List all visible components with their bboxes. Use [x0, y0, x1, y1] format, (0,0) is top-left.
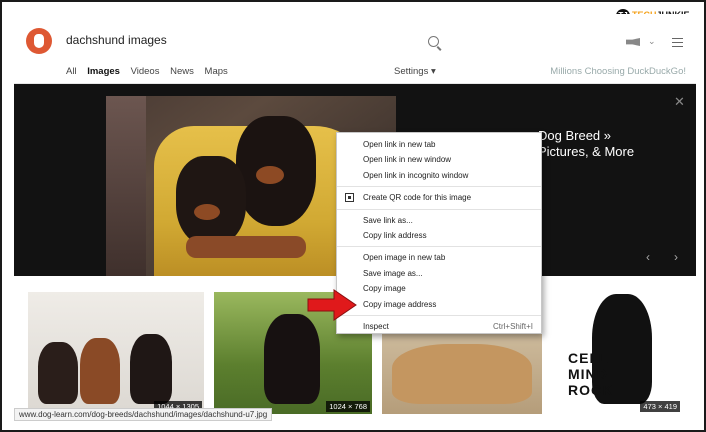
menu-item-open-incognito[interactable]: Open link in incognito window — [337, 168, 541, 183]
menu-divider — [337, 186, 541, 188]
settings-dropdown[interactable]: Settings ▾ — [394, 66, 436, 77]
menu-item-open-image-new-tab[interactable]: Open image in new tab — [337, 250, 541, 265]
menu-divider — [337, 208, 541, 210]
menu-item-copy-image-address[interactable]: Copy image address — [337, 297, 541, 312]
red-arrow-icon — [307, 289, 357, 321]
shortcut-label: Ctrl+Shift+I — [492, 321, 533, 331]
link-status-bar: www.dog-learn.com/dog-breeds/dachshund/i… — [14, 408, 273, 421]
megaphone-icon[interactable] — [626, 38, 640, 46]
menu-item-save-image[interactable]: Save image as... — [337, 266, 541, 281]
tab-videos[interactable]: Videos — [131, 66, 160, 77]
qr-code-icon — [345, 193, 354, 203]
menu-item-copy-image[interactable]: Copy image — [337, 281, 541, 296]
promo-link[interactable]: Millions Choosing DuckDuckGo! — [550, 66, 686, 77]
search-icon[interactable] — [428, 36, 439, 47]
menu-icon[interactable] — [672, 38, 683, 47]
menu-item-copy-link[interactable]: Copy link address — [337, 228, 541, 243]
menu-divider — [337, 314, 541, 316]
tab-news[interactable]: News — [170, 66, 194, 77]
menu-item-open-new-window[interactable]: Open link in new window — [337, 152, 541, 167]
image-size-badge: 1024 × 768 — [326, 401, 370, 412]
image-result[interactable]: 1044 × 1305 — [28, 292, 204, 414]
context-menu: Open link in new tab Open link in new wi… — [336, 132, 542, 334]
menu-divider — [337, 246, 541, 248]
previous-icon[interactable]: ‹ — [646, 250, 650, 264]
menu-item-create-qr[interactable]: Create QR code for this image — [337, 190, 541, 205]
menu-item-save-link[interactable]: Save link as... — [337, 213, 541, 228]
menu-item-open-new-tab[interactable]: Open link in new tab — [337, 137, 541, 152]
image-source-title[interactable]: Dog Breed » Pictures, & More — [538, 128, 688, 160]
chevron-down-icon[interactable]: ⌄ — [648, 36, 656, 47]
tab-all[interactable]: All — [66, 66, 77, 77]
next-icon[interactable]: › — [674, 250, 678, 264]
tab-maps[interactable]: Maps — [205, 66, 228, 77]
browser-frame: TJ TECHJUNKIE dachshund images ⌄ All Ima… — [0, 0, 706, 432]
close-icon[interactable]: ✕ — [674, 94, 685, 110]
search-header: dachshund images ⌄ All Images Videos New… — [14, 14, 696, 84]
search-tabs: All Images Videos News Maps — [66, 66, 236, 77]
cellmindrock-watermark: CELL MIND ROCK — [568, 350, 614, 398]
duckduckgo-logo-icon[interactable] — [26, 28, 52, 54]
tab-images[interactable]: Images — [87, 66, 120, 77]
search-input[interactable]: dachshund images — [66, 33, 167, 47]
menu-item-inspect[interactable]: Inspect Ctrl+Shift+I — [337, 319, 541, 334]
